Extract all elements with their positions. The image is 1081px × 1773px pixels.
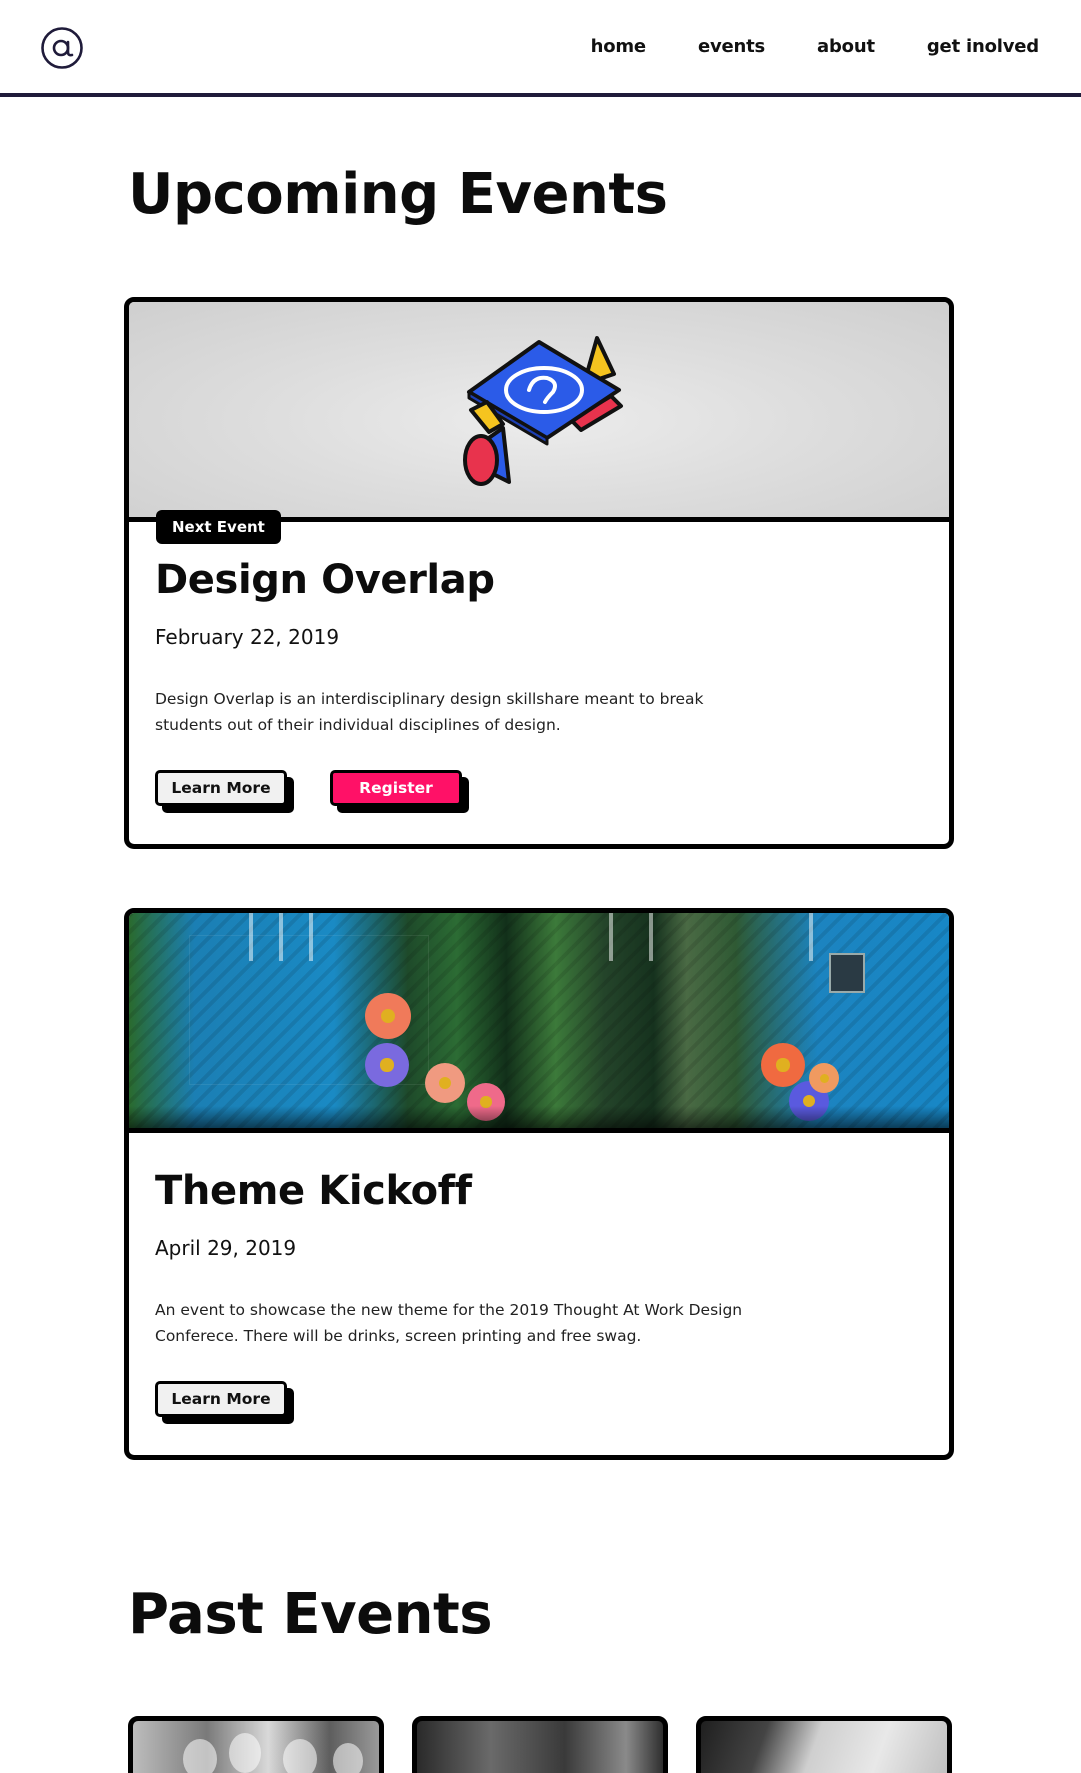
nav-home-link[interactable]: home — [591, 36, 647, 57]
main-nav: home events about get inolved — [591, 36, 1040, 57]
learn-more-button[interactable]: Learn More — [155, 1381, 287, 1417]
past-events-heading: Past Events — [128, 1582, 493, 1647]
site-header: home events about get inolved — [0, 0, 1081, 97]
event-image — [129, 913, 949, 1133]
event-date: February 22, 2019 — [155, 625, 340, 649]
nav-events-link[interactable]: events — [698, 36, 765, 57]
learn-more-button[interactable]: Learn More — [155, 770, 287, 806]
next-event-badge: Next Event — [156, 510, 281, 544]
upcoming-events-heading: Upcoming Events — [128, 162, 668, 227]
register-button[interactable]: Register — [330, 770, 462, 806]
at-logo-icon[interactable] — [40, 26, 84, 70]
past-event-thumbnail[interactable] — [696, 1716, 952, 1773]
event-card-design-overlap: Next Event Design Overlap February 22, 2… — [124, 297, 954, 849]
nav-about-link[interactable]: about — [817, 36, 875, 57]
nav-get-involved-link[interactable]: get inolved — [927, 36, 1039, 57]
event-title: Design Overlap — [155, 557, 495, 603]
festival-stage-photo-icon — [129, 913, 949, 1128]
event-image — [129, 302, 949, 522]
past-event-thumbnail[interactable] — [412, 1716, 668, 1773]
isometric-tablet-illustration-icon — [463, 336, 623, 486]
event-description: An event to showcase the new theme for t… — [155, 1301, 743, 1345]
event-card-theme-kickoff: Theme Kickoff April 29, 2019 An event to… — [124, 908, 954, 1460]
event-title: Theme Kickoff — [155, 1168, 472, 1214]
past-event-thumbnail[interactable] — [128, 1716, 384, 1773]
event-date: April 29, 2019 — [155, 1236, 297, 1260]
event-description: Design Overlap is an interdisciplinary d… — [155, 690, 704, 734]
